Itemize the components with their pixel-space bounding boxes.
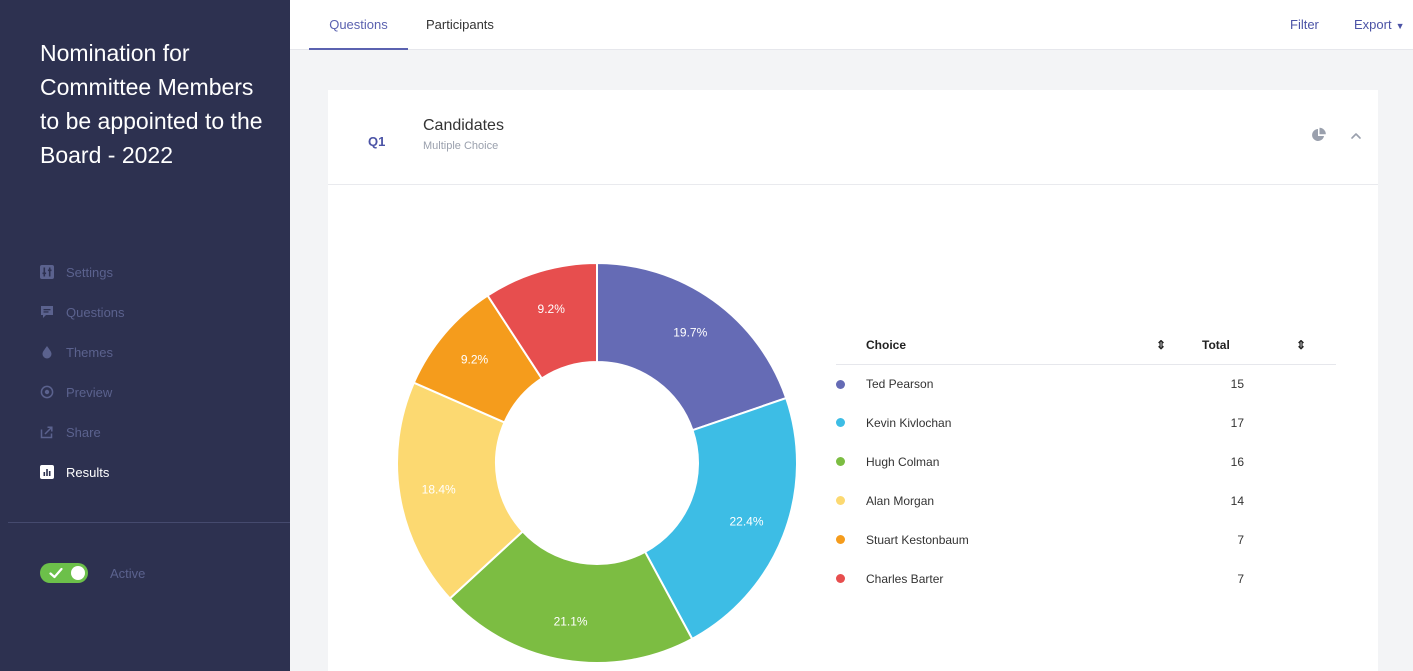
export-label: Export (1354, 17, 1392, 32)
spacer-cell (1156, 442, 1202, 481)
sidebar-item-questions[interactable]: Questions (40, 292, 125, 332)
slice-label-6: 9.2% (538, 302, 566, 316)
choice-name: Ted Pearson (866, 377, 934, 392)
total-column-header[interactable]: Total (1202, 327, 1296, 365)
status-label: Active (110, 565, 146, 581)
total-cell: 14 (1230, 493, 1244, 508)
question-header: Q1 Candidates Multiple Choice (328, 90, 1378, 185)
total-cell: 15 (1230, 376, 1244, 391)
total-cell: 7 (1237, 571, 1244, 586)
legend-dot (836, 379, 845, 389)
spacer-cell (1296, 442, 1336, 481)
spacer-cell (1296, 364, 1336, 403)
filter-button[interactable]: Filter (1290, 0, 1319, 50)
sidebar-item-label: Preview (66, 384, 113, 400)
total-cell: 7 (1237, 532, 1244, 547)
sidebar-item-results[interactable]: Results (40, 452, 125, 492)
total-header-label: Total (1202, 338, 1230, 353)
spacer-cell (1296, 403, 1336, 442)
sidebar-item-label: Settings (66, 264, 113, 280)
tab-participants[interactable]: Participants (426, 0, 494, 50)
choice-sort-icon[interactable]: ⇕ (1156, 327, 1202, 365)
sidebar-item-label: Results (66, 464, 110, 480)
question-number: Q1 (368, 134, 386, 149)
choice-cell: Kevin Kivlochan (836, 403, 1156, 442)
pie-chart-icon[interactable] (1311, 127, 1327, 143)
slice-label-5: 9.2% (461, 352, 489, 366)
spacer-cell (1156, 364, 1202, 403)
legend-dot (836, 496, 845, 506)
legend-dot (836, 457, 845, 467)
choice-name: Hugh Colman (866, 454, 940, 469)
choice-name: Alan Morgan (866, 493, 935, 508)
spacer-cell (1156, 481, 1202, 520)
results-table: Choice ⇕ Total ⇕ Ted Pearson 15 Kevin Kivl… (836, 327, 1336, 598)
legend-dot (836, 535, 845, 545)
table-header-row: Choice ⇕ Total ⇕ (836, 327, 1336, 365)
choice-name: Kevin Kivlochan (866, 415, 952, 430)
sidebar-item-label: Questions (66, 304, 125, 320)
sidebar-item-label: Share (66, 424, 101, 440)
table-row: Ted Pearson 15 (836, 364, 1336, 403)
themes-icon (40, 345, 54, 359)
legend-dot (836, 574, 845, 584)
export-button[interactable]: Export ▼ (1354, 0, 1405, 50)
results-body: Ted Pearson 15 Kevin Kivlochan 17 Hugh Colma… (836, 364, 1336, 598)
sidebar: Nomination for Committee Members to be a… (0, 0, 290, 671)
choice-column-header[interactable]: Choice (836, 327, 1156, 365)
questions-icon (40, 305, 54, 319)
table-row: Hugh Colman 16 (836, 442, 1336, 481)
choice-cell: Ted Pearson (836, 364, 1156, 403)
legend-dot (836, 418, 845, 428)
tab-questions[interactable]: Questions (309, 0, 408, 50)
sidebar-item-themes[interactable]: Themes (40, 332, 125, 372)
filter-label: Filter (1290, 17, 1319, 32)
spacer-cell (1156, 559, 1202, 598)
sidebar-item-settings[interactable]: Settings (40, 252, 125, 292)
slice-label-3: 21.1% (554, 614, 588, 628)
spacer-cell (1156, 520, 1202, 559)
slice-label-4: 18.4% (422, 482, 456, 496)
preview-icon (40, 385, 54, 399)
spacer-cell (1296, 520, 1336, 559)
spacer-cell (1296, 481, 1336, 520)
table-row: Kevin Kivlochan 17 (836, 403, 1336, 442)
table-row: Stuart Kestonbaum 7 (836, 520, 1336, 559)
choice-cell: Hugh Colman (836, 442, 1156, 481)
status-row: Active (40, 563, 145, 583)
spacer-cell (1296, 559, 1336, 598)
sidebar-item-label: Themes (66, 344, 113, 360)
choice-cell: Charles Barter (836, 559, 1156, 598)
choice-name: Stuart Kestonbaum (866, 532, 969, 547)
total-cell: 16 (1230, 454, 1244, 469)
chevron-down-icon: ▼ (1395, 20, 1405, 31)
choice-cell: Alan Morgan (836, 481, 1156, 520)
results-icon (40, 465, 54, 479)
table-row: Charles Barter 7 (836, 559, 1336, 598)
question-title: Candidates (423, 117, 504, 134)
share-icon (40, 425, 54, 439)
total-cell: 17 (1230, 415, 1244, 430)
spacer-cell (1156, 403, 1202, 442)
table-row: Alan Morgan 14 (836, 481, 1336, 520)
sidebar-item-share[interactable]: Share (40, 412, 125, 452)
slice-label-1: 19.7% (673, 325, 707, 339)
question-type: Multiple Choice (423, 140, 499, 152)
choice-cell: Stuart Kestonbaum (836, 520, 1156, 559)
total-sort-icon[interactable]: ⇕ (1296, 327, 1336, 365)
check-icon (49, 567, 63, 579)
choice-header-label: Choice (866, 338, 907, 353)
choice-name: Charles Barter (866, 571, 944, 586)
slice-label-2: 22.4% (730, 514, 764, 528)
sidebar-item-preview[interactable]: Preview (40, 372, 125, 412)
settings-icon (40, 265, 54, 279)
top-bar: Questions Participants Filter Export ▼ (290, 0, 1413, 50)
chevron-up-icon[interactable] (1350, 130, 1362, 142)
toggle-knob (71, 566, 85, 580)
active-toggle[interactable] (40, 563, 88, 583)
survey-title: Nomination for Committee Members to be a… (40, 40, 263, 168)
sidebar-nav: Settings Questions Themes Preview Share (40, 252, 125, 492)
sidebar-divider (8, 522, 290, 523)
